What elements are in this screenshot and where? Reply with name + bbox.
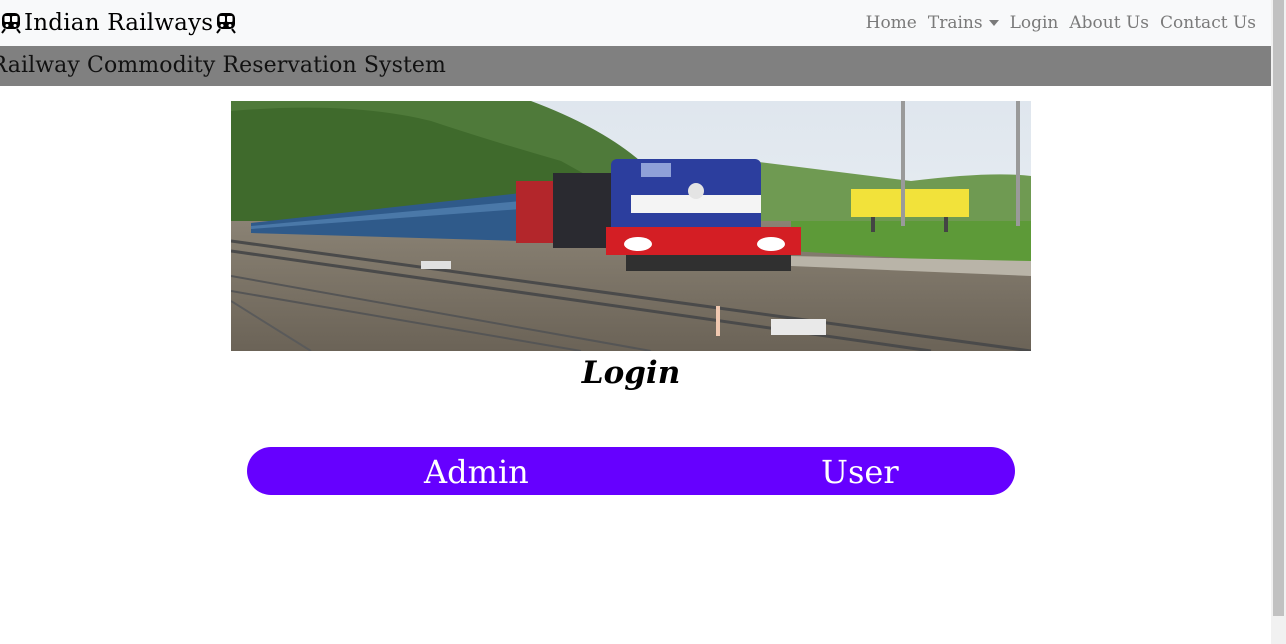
train-icon [216,13,237,34]
login-heading: Login [581,355,681,391]
marquee-text: an Railway Commodity Reservation System [0,53,446,78]
hero-image [231,101,1031,351]
navbar: Indian Railways Home Trains Login About … [0,0,1271,46]
scrollbar-thumb[interactable] [1273,0,1284,616]
marquee-title: Railway Commodity Reservation System [0,53,446,78]
marquee-banner: an Railway Commodity Reservation System [0,46,1271,86]
nav-login[interactable]: Login [1010,13,1059,33]
nav-trains-label: Trains [927,13,983,33]
page-scrollbar[interactable] [1271,0,1286,644]
nav-links: Home Trains Login About Us Contact Us [855,0,1271,46]
brand[interactable]: Indian Railways [0,0,237,46]
brand-title: Indian Railways [24,10,214,36]
nav-contact[interactable]: Contact Us [1160,13,1256,33]
admin-login-button[interactable]: Admin [424,453,529,491]
user-login-button[interactable]: User [821,453,899,491]
nav-home[interactable]: Home [866,13,917,33]
nav-trains-dropdown[interactable]: Trains [928,13,999,33]
train-icon [1,13,21,34]
caret-down-icon [988,20,999,26]
nav-about[interactable]: About Us [1069,13,1149,33]
role-selector: Admin User [247,447,1015,495]
train-photo [231,101,1031,351]
